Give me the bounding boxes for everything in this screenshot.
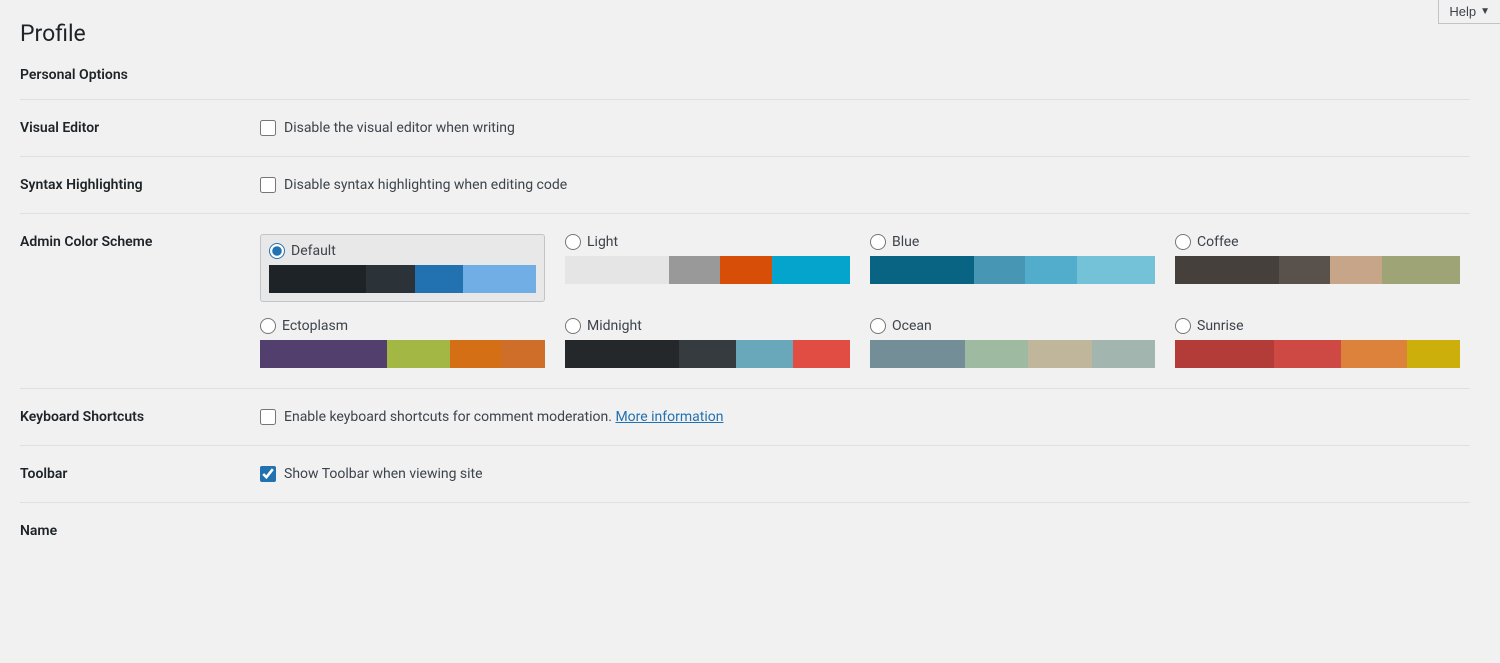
admin-color-scheme-label: Admin Color Scheme xyxy=(20,214,250,389)
admin-color-scheme-cell: Default Light Blue Coffee Ectoplasm Midnight O… xyxy=(250,214,1470,389)
syntax-highlighting-checkbox-row: Disable syntax highlighting when editing… xyxy=(260,177,1460,193)
color-scheme-ectoplasm-name[interactable]: Ectoplasm xyxy=(282,318,348,334)
color-scheme-midnight-name[interactable]: Midnight xyxy=(587,318,642,334)
form-table: Visual Editor Disable the visual editor … xyxy=(20,99,1470,539)
color-scheme-default-radio[interactable] xyxy=(269,243,285,259)
color-scheme-coffee-label-row: Coffee xyxy=(1175,234,1460,250)
color-scheme-sunrise-label-row: Sunrise xyxy=(1175,318,1460,334)
color-scheme-ocean-radio[interactable] xyxy=(870,318,886,334)
syntax-highlighting-cell: Disable syntax highlighting when editing… xyxy=(250,157,1470,214)
personal-options-heading: Personal Options xyxy=(20,67,1470,83)
color-scheme-ocean-label-row: Ocean xyxy=(870,318,1155,334)
keyboard-shortcuts-checkbox-row: Enable keyboard shortcuts for comment mo… xyxy=(260,409,1460,425)
visual-editor-checkbox[interactable] xyxy=(260,120,276,136)
page-title: Profile xyxy=(20,20,1470,47)
color-scheme-midnight-colors xyxy=(565,340,850,368)
name-row: Name xyxy=(20,503,1470,540)
keyboard-shortcuts-row: Keyboard Shortcuts Enable keyboard short… xyxy=(20,389,1470,446)
name-heading: Name xyxy=(20,523,1470,539)
color-scheme-grid: Default Light Blue Coffee Ectoplasm Midnight O… xyxy=(260,234,1460,368)
color-scheme-default-name[interactable]: Default xyxy=(291,243,336,259)
color-scheme-midnight-label-row: Midnight xyxy=(565,318,850,334)
syntax-highlighting-label: Syntax Highlighting xyxy=(20,157,250,214)
color-scheme-sunrise-colors xyxy=(1175,340,1460,368)
admin-color-scheme-row: Admin Color Scheme Default Light Blue Coffe… xyxy=(20,214,1470,389)
visual-editor-checkbox-row: Disable the visual editor when writing xyxy=(260,120,1460,136)
toolbar-row: Toolbar Show Toolbar when viewing site xyxy=(20,446,1470,503)
visual-editor-row: Visual Editor Disable the visual editor … xyxy=(20,100,1470,157)
color-scheme-ectoplasm-label-row: Ectoplasm xyxy=(260,318,545,334)
help-label: Help xyxy=(1449,4,1476,19)
keyboard-shortcuts-checkbox[interactable] xyxy=(260,409,276,425)
visual-editor-cell: Disable the visual editor when writing xyxy=(250,100,1470,157)
color-scheme-default-colors xyxy=(269,265,536,293)
color-scheme-blue-name[interactable]: Blue xyxy=(892,234,919,250)
toolbar-checkbox[interactable] xyxy=(260,466,276,482)
toolbar-checkbox-label[interactable]: Show Toolbar when viewing site xyxy=(284,466,483,482)
color-scheme-coffee-name[interactable]: Coffee xyxy=(1197,234,1239,250)
color-scheme-coffee-colors xyxy=(1175,256,1460,284)
color-scheme-sunrise-radio[interactable] xyxy=(1175,318,1191,334)
visual-editor-label: Visual Editor xyxy=(20,100,250,157)
page-wrap: Profile Personal Options Visual Editor D… xyxy=(0,0,1500,579)
color-scheme-light-colors xyxy=(565,256,850,284)
toolbar-label: Toolbar xyxy=(20,446,250,503)
syntax-highlighting-row: Syntax Highlighting Disable syntax highl… xyxy=(20,157,1470,214)
syntax-highlighting-checkbox[interactable] xyxy=(260,177,276,193)
toolbar-cell: Show Toolbar when viewing site xyxy=(250,446,1470,503)
color-scheme-blue: Blue xyxy=(870,234,1155,302)
color-scheme-blue-colors xyxy=(870,256,1155,284)
keyboard-shortcuts-cell: Enable keyboard shortcuts for comment mo… xyxy=(250,389,1470,446)
color-scheme-ocean-colors xyxy=(870,340,1155,368)
syntax-highlighting-checkbox-label[interactable]: Disable syntax highlighting when editing… xyxy=(284,177,567,193)
color-scheme-sunrise-name[interactable]: Sunrise xyxy=(1197,318,1244,334)
color-scheme-blue-label-row: Blue xyxy=(870,234,1155,250)
color-scheme-light-label-row: Light xyxy=(565,234,850,250)
color-scheme-coffee-radio[interactable] xyxy=(1175,234,1191,250)
color-scheme-ectoplasm-colors xyxy=(260,340,545,368)
color-scheme-ectoplasm: Ectoplasm xyxy=(260,318,545,368)
color-scheme-default: Default xyxy=(260,234,545,302)
toolbar-checkbox-row: Show Toolbar when viewing site xyxy=(260,466,1460,482)
keyboard-shortcuts-more-info-link[interactable]: More information xyxy=(615,409,723,425)
color-scheme-ocean-name[interactable]: Ocean xyxy=(892,318,932,334)
color-scheme-midnight: Midnight xyxy=(565,318,850,368)
keyboard-shortcuts-checkbox-label[interactable]: Enable keyboard shortcuts for comment mo… xyxy=(284,409,723,425)
color-scheme-ectoplasm-radio[interactable] xyxy=(260,318,276,334)
color-scheme-light: Light xyxy=(565,234,850,302)
color-scheme-ocean: Ocean xyxy=(870,318,1155,368)
color-scheme-light-name[interactable]: Light xyxy=(587,234,618,250)
chevron-down-icon: ▼ xyxy=(1480,6,1490,17)
color-scheme-default-label-row: Default xyxy=(269,243,536,259)
color-scheme-midnight-radio[interactable] xyxy=(565,318,581,334)
keyboard-shortcuts-label: Keyboard Shortcuts xyxy=(20,389,250,446)
color-scheme-coffee: Coffee xyxy=(1175,234,1460,302)
color-scheme-sunrise: Sunrise xyxy=(1175,318,1460,368)
color-scheme-light-radio[interactable] xyxy=(565,234,581,250)
help-button[interactable]: Help ▼ xyxy=(1438,0,1500,24)
visual-editor-checkbox-label[interactable]: Disable the visual editor when writing xyxy=(284,120,515,136)
color-scheme-blue-radio[interactable] xyxy=(870,234,886,250)
